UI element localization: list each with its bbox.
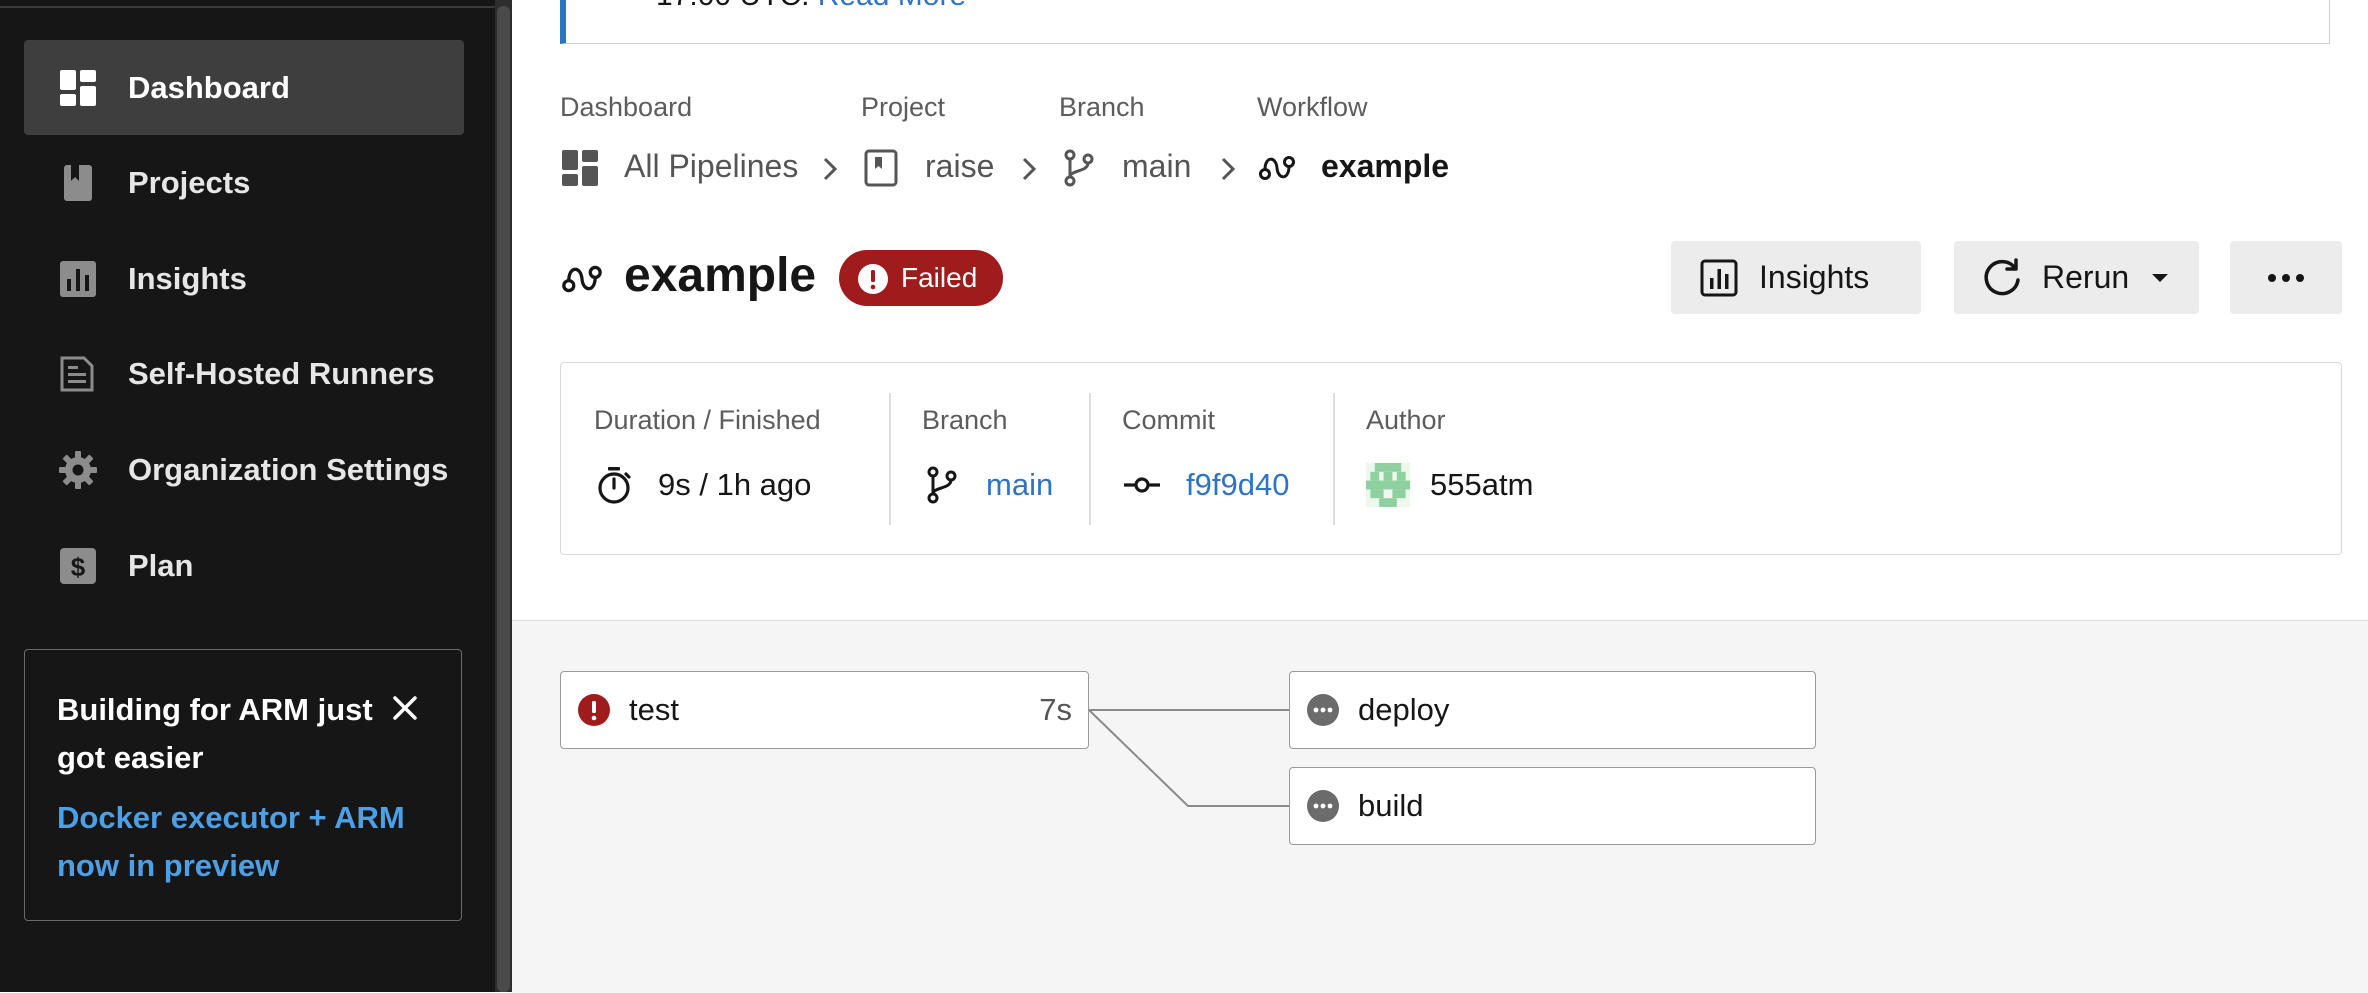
sidebar-item-label: Dashboard [128,70,290,105]
branch-label: Branch [922,405,1008,435]
workflow-graph: test 7s deploy build [512,620,2368,993]
sidebar-item-label: Self-Hosted Runners [128,356,435,391]
bar-chart-icon [60,261,96,297]
sidebar-item-plan[interactable]: $ Plan [24,518,464,613]
insights-button-label: Insights [1759,259,1870,295]
breadcrumb-label-project: Project [861,92,946,122]
breadcrumb-branch[interactable]: main [1122,148,1191,185]
rerun-button-label: Rerun [2042,259,2130,295]
bookmark-icon [64,165,92,201]
blocked-icon [1307,790,1339,822]
rerun-button[interactable]: Rerun [1954,241,2199,314]
job-duration: 7s [1039,692,1072,727]
bookmark-icon [864,149,898,187]
job-name: build [1358,788,1424,823]
failed-icon [578,694,610,726]
sidebar-scrollbar-thumb[interactable] [497,6,510,992]
avatar [1366,463,1410,507]
banner-link[interactable]: Read More [818,0,966,12]
branch-icon [1064,149,1094,187]
workflow-summary: Duration / Finished 9s / 1h ago Branch m… [560,362,2342,555]
job-name: deploy [1358,692,1450,727]
sidebar-item-label: Organization Settings [128,452,449,487]
breadcrumb-all-pipelines[interactable]: All Pipelines [624,148,798,185]
chevron-right-icon [823,157,838,181]
caret-down-icon [2152,274,2168,282]
branch-icon [927,466,957,504]
page-title: example [624,249,817,302]
divider [1089,393,1091,525]
breadcrumb-workflow: example [1321,148,1450,184]
commit-label: Commit [1122,405,1215,435]
main-content: 17:00 UTC. Read More Dashboard All Pipel… [512,0,2368,993]
sidebar-item-insights[interactable]: Insights [24,231,464,326]
dashboard-icon [562,150,598,186]
breadcrumb-label-dashboard: Dashboard [560,92,693,122]
author-label: Author [1366,405,1446,435]
banner-text: 17:00 UTC. [656,0,809,12]
blocked-icon [1307,694,1339,726]
dollar-icon: $ [60,548,96,584]
sidebar-item-projects[interactable]: Projects [24,135,464,230]
author-name: 555atm [1430,467,1534,502]
promo-link[interactable]: Docker executor + ARM now in preview [57,794,427,890]
duration-value: 9s / 1h ago [658,467,812,502]
sidebar-divider [0,6,495,8]
insights-button[interactable]: Insights [1671,241,1921,314]
status-badge: Failed [839,250,1003,306]
commit-link[interactable]: f9f9d40 [1186,467,1289,503]
job-test[interactable]: test 7s [560,671,1089,749]
job-deploy[interactable]: deploy [1289,671,1816,749]
refresh-icon [1984,258,2020,296]
divider [1333,393,1335,525]
commit-icon [1124,477,1160,493]
job-name: test [629,692,679,727]
workflow-icon [562,265,602,293]
bar-chart-icon [1700,259,1738,297]
promo-card: Building for ARM just got easier Docker … [24,649,462,921]
sidebar-item-label: Plan [128,548,194,583]
runner-icon [60,356,94,392]
breadcrumb-label-workflow: Workflow [1257,92,1368,122]
chevron-right-icon [1022,157,1037,181]
dashboard-icon [60,70,96,106]
divider [889,393,891,525]
breadcrumb-label-branch: Branch [1059,92,1145,122]
svg-text:$: $ [71,552,86,582]
branch-link[interactable]: main [986,467,1053,503]
sidebar-item-label: Insights [128,261,247,296]
more-icon [2268,274,2304,282]
close-icon[interactable] [387,690,423,726]
promo-title: Building for ARM just got easier [57,692,373,775]
job-build[interactable]: build [1289,767,1816,845]
gear-icon [59,451,97,489]
stopwatch-icon [598,467,631,504]
alert-icon [858,264,888,294]
status-label: Failed [901,262,978,293]
workflow-icon [1259,156,1295,180]
breadcrumb-project[interactable]: raise [925,148,994,185]
sidebar-item-dashboard[interactable]: Dashboard [24,40,464,135]
sidebar-item-organization-settings[interactable]: Organization Settings [24,422,464,517]
chevron-right-icon [1221,157,1236,181]
more-options-button[interactable] [2230,241,2342,314]
sidebar: Dashboard Projects Insights Self-Hosted … [0,0,495,992]
sidebar-item-label: Projects [128,165,251,200]
announcement-banner: 17:00 UTC. Read More [560,0,2330,44]
duration-label: Duration / Finished [594,405,821,435]
sidebar-item-self-hosted-runners[interactable]: Self-Hosted Runners [24,326,464,421]
